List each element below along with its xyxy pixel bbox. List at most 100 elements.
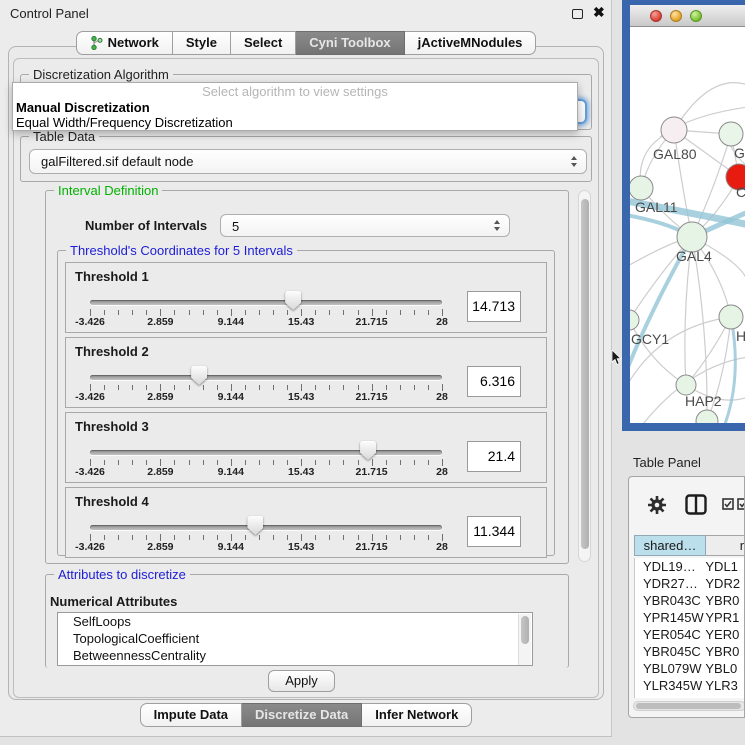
scrollbar-thumb[interactable] — [636, 703, 741, 709]
table-data-value: galFiltered.sif default node — [41, 154, 193, 169]
slider-tick — [245, 460, 246, 465]
numerical-attributes-label: Numerical Attributes — [50, 594, 177, 609]
checked-checkbox-icon[interactable] — [737, 498, 745, 510]
attribute-list-item[interactable]: SelfLoops — [58, 613, 532, 630]
table-row[interactable]: YIL052CYIL0 — [635, 694, 745, 698]
slider-tick — [132, 385, 133, 390]
threshold-value-field[interactable]: 11.344 — [467, 516, 521, 547]
tab-select[interactable]: Select — [231, 31, 296, 55]
tab-impute-data[interactable]: Impute Data — [140, 703, 242, 727]
network-node-h[interactable] — [719, 305, 743, 329]
table-row[interactable]: YBR045CYBR0 — [635, 643, 745, 660]
network-node[interactable] — [719, 122, 743, 146]
network-icon — [90, 36, 103, 50]
slider-tick — [287, 535, 288, 540]
minimize-traffic-light-icon[interactable] — [670, 10, 682, 22]
slider-tick-label: 21.715 — [356, 391, 388, 403]
slider-tick — [132, 310, 133, 315]
apply-button[interactable]: Apply — [268, 670, 335, 692]
checked-checkbox-icon[interactable] — [722, 498, 734, 510]
network-canvas[interactable]: GAL80CGAL11GAL4GCY1HHAP2G — [630, 27, 745, 423]
table-row[interactable]: YER054CYER0 — [635, 626, 745, 643]
column-header-shared-name[interactable]: shared… — [634, 535, 706, 556]
scrollbar-thumb[interactable] — [581, 199, 589, 549]
table-horizontal-scrollbar[interactable] — [633, 701, 745, 711]
threshold-panel: Threshold 1-3.4262.8599.14415.4321.71528… — [65, 262, 547, 333]
slider-track[interactable] — [90, 375, 442, 380]
table-row[interactable]: YBR043CYBR0 — [635, 592, 745, 609]
slider-tick — [174, 535, 175, 540]
attribute-list-item[interactable]: BetweennessCentrality — [58, 647, 532, 664]
slider-tick — [189, 385, 190, 390]
network-view-window: GAL80CGAL11GAL4GCY1HHAP2G — [622, 0, 745, 431]
slider-track[interactable] — [90, 450, 442, 455]
table-row[interactable]: YDR27…YDR2 — [635, 575, 745, 592]
gear-icon[interactable] — [647, 495, 667, 515]
slider-tick — [372, 309, 373, 316]
tab-network[interactable]: Network — [76, 31, 173, 55]
slider-thumb[interactable] — [191, 366, 207, 385]
table-row[interactable]: YDL19…YDL1 — [635, 558, 745, 575]
tab-label: Network — [108, 32, 159, 54]
tab-cyni-toolbox[interactable]: Cyni Toolbox — [296, 31, 404, 55]
cell-shared-name: YDL19… — [635, 558, 705, 575]
slider-tick — [400, 460, 401, 465]
slider-tick — [90, 534, 91, 541]
network-node[interactable] — [696, 410, 718, 423]
close-traffic-light-icon[interactable] — [650, 10, 662, 22]
attribute-items: SelfLoopsTopologicalCoefficientBetweenne… — [58, 613, 532, 664]
attributes-scrollbar[interactable] — [518, 614, 531, 666]
network-node-gcy1[interactable] — [630, 310, 639, 330]
scrollbar-thumb[interactable] — [521, 616, 529, 644]
table-row[interactable]: YPR145WYPR1 — [635, 609, 745, 626]
cell-shared-name: YER054C — [635, 626, 705, 643]
threshold-value-field[interactable]: 6.316 — [467, 366, 521, 397]
network-node-label: GAL11 — [635, 199, 678, 215]
tab-label: Style — [186, 32, 217, 54]
network-node-gal11[interactable] — [630, 176, 653, 200]
network-node-label: C — [736, 184, 745, 200]
slider-track[interactable] — [90, 300, 442, 305]
numerical-attributes-list[interactable]: SelfLoopsTopologicalCoefficientBetweenne… — [57, 612, 533, 666]
slider-thumb[interactable] — [285, 291, 301, 310]
slider-tick-label: 2.859 — [147, 466, 173, 478]
attribute-list-item[interactable]: TopologicalCoefficient — [58, 630, 532, 647]
slider-tick — [174, 385, 175, 390]
algorithm-option[interactable]: Manual Discretization — [13, 100, 577, 115]
tab-infer-network[interactable]: Infer Network — [362, 703, 472, 727]
split-columns-icon[interactable] — [685, 494, 707, 515]
network-window-titlebar[interactable] — [630, 5, 745, 27]
table-row[interactable]: YLR345WYLR3 — [635, 677, 745, 694]
slider-tick — [315, 310, 316, 315]
slider-thumb[interactable] — [360, 441, 376, 460]
slider-tick — [315, 460, 316, 465]
slider-tick — [414, 310, 415, 315]
close-icon[interactable]: ✖ — [593, 4, 605, 21]
zoom-traffic-light-icon[interactable] — [690, 10, 702, 22]
slider-tick — [203, 385, 204, 390]
float-window-icon[interactable] — [572, 9, 583, 19]
network-node-gal80[interactable] — [661, 117, 687, 143]
threshold-panel: Threshold 2-3.4262.8599.14415.4321.71528… — [65, 337, 547, 408]
content-vertical-scrollbar[interactable] — [578, 190, 591, 562]
slider-track[interactable] — [90, 525, 442, 530]
threshold-value-field[interactable]: 14.713 — [467, 291, 521, 322]
num-intervals-combobox[interactable]: 5 — [220, 214, 510, 237]
tab-jactivemnodules[interactable]: jActiveMNodules — [405, 31, 537, 55]
table-row[interactable]: YBL079WYBL0 — [635, 660, 745, 677]
tab-style[interactable]: Style — [173, 31, 231, 55]
slider-thumb[interactable] — [247, 516, 263, 535]
column-header-name[interactable]: n — [706, 535, 745, 556]
slider-tick-label: 9.144 — [218, 391, 244, 403]
network-node-hap2[interactable] — [676, 375, 696, 395]
threshold-value-field[interactable]: 21.4 — [467, 441, 521, 472]
slider-tick — [414, 460, 415, 465]
threshold-label: Threshold 3 — [75, 419, 149, 434]
network-edge — [630, 320, 686, 385]
slider-tick — [217, 385, 218, 390]
slider-tick — [146, 385, 147, 390]
table-data-combobox[interactable]: galFiltered.sif default node — [29, 149, 587, 174]
algorithm-option[interactable]: Equal Width/Frequency Discretization — [13, 115, 577, 130]
tab-discretize-data[interactable]: Discretize Data — [242, 703, 362, 727]
cell-name: YBL0 — [705, 660, 745, 677]
